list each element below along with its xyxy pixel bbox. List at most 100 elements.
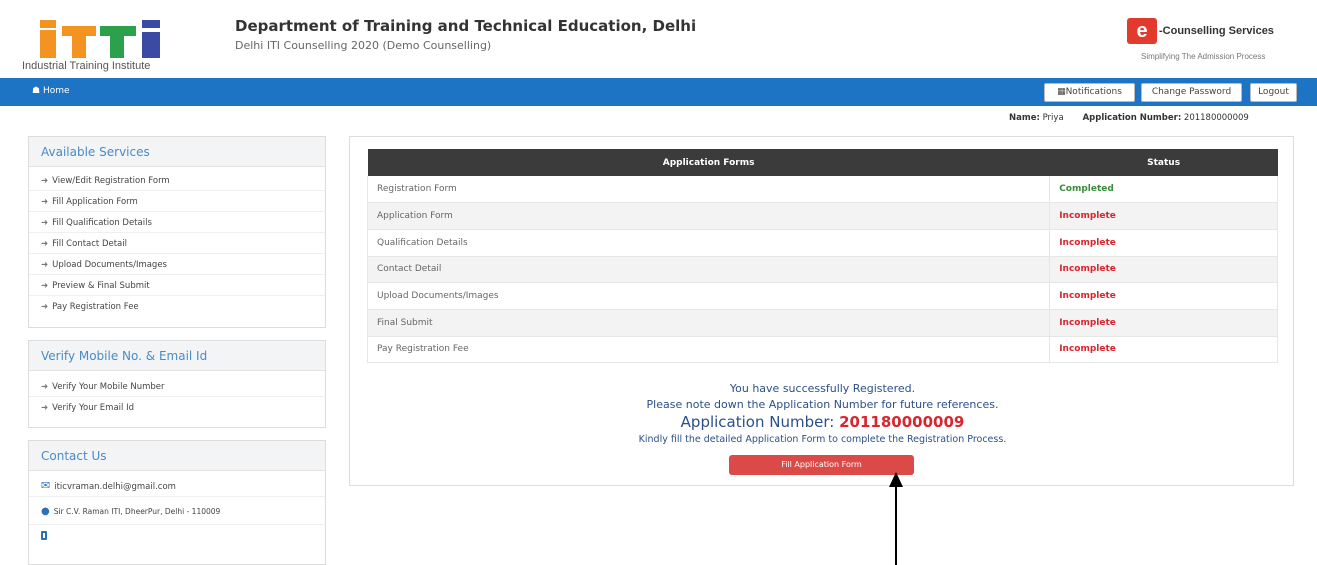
notifications-label: Notifications [1065,87,1122,97]
arrow-icon: ➜ [41,239,49,249]
table-row: Final Submit Incomplete [366,309,1278,337]
available-services-title: Available Services [29,137,325,167]
table-row: Contact Detail Incomplete [366,256,1278,284]
sidebar-item-label: Upload Documents/Images [52,260,167,270]
sidebar-item-fill-qualification[interactable]: ➜ Fill Qualification Details [29,212,325,233]
sidebar-item-label: Fill Application Form [52,197,138,207]
location-pin-icon: ● [41,506,50,517]
contact-email-row: ✉ iticvraman.delhi@gmail.com [29,471,325,497]
table-row: Upload Documents/Images Incomplete [366,282,1278,310]
status-cell: Incomplete [1049,202,1278,230]
user-appno: 201180000009 [1183,113,1249,123]
sidebar-item-label: Verify Your Mobile Number [52,382,165,392]
status-cell: Completed [1049,176,1278,204]
sidebar-item-upload-documents[interactable]: ➜ Upload Documents/Images [29,254,325,275]
brand-logo-icon: e [1127,18,1157,44]
verify-title: Verify Mobile No. & Email Id [29,341,325,371]
contact-phone-row [29,525,325,549]
sidebar-item-verify-mobile[interactable]: ➜ Verify Your Mobile Number [29,376,325,397]
user-name-label: Name: [1009,113,1040,123]
form-name-cell: Pay Registration Fee [366,336,1050,364]
note-message: Please note down the Application Number … [646,398,999,411]
status-cell: Incomplete [1049,282,1278,310]
form-name-cell: Registration Form [366,176,1050,204]
brand-tagline: Simplifying The Admission Process [1141,52,1266,61]
fill-application-form-button[interactable]: Fill Application Form [729,455,914,475]
table-header-row: Application Forms Status [367,149,1278,176]
pointer-arrow-head [889,472,903,487]
user-name: Priya [1042,113,1064,123]
mail-icon: ✉ [41,479,51,492]
notifications-button[interactable]: ▦Notifications [1044,83,1135,102]
available-services-panel: Available Services ➜ View/Edit Registrati… [28,136,326,328]
pointer-arrow-line [895,486,897,565]
table-row: Qualification Details Incomplete [366,229,1278,257]
contact-title: Contact Us [29,441,325,471]
sidebar-item-label: Verify Your Email Id [52,403,134,413]
verify-panel: Verify Mobile No. & Email Id ➜ Verify You… [28,340,326,428]
sidebar-item-label: Pay Registration Fee [52,302,139,312]
application-number-value: 201180000009 [839,413,965,431]
sidebar-item-label: Preview & Final Submit [52,281,150,291]
arrow-icon: ➜ [41,176,49,186]
arrow-icon: ➜ [41,302,49,312]
sidebar-item-preview-submit[interactable]: ➜ Preview & Final Submit [29,275,325,296]
arrow-icon: ➜ [41,197,49,207]
form-name-cell: Upload Documents/Images [366,282,1050,310]
contact-panel: Contact Us ✉ iticvraman.delhi@gmail.com ●… [28,440,326,565]
change-password-button[interactable]: Change Password [1141,83,1242,102]
status-cell: Incomplete [1049,256,1278,284]
form-name-cell: Qualification Details [366,229,1050,257]
nav-home-label: Home [42,86,70,96]
application-number-label: Application Number: [680,413,835,431]
page-subtitle: Delhi ITI Counselling 2020 (Demo Counsel… [235,39,492,52]
contact-address: Sir C.V. Raman ITI, DheerPur, Delhi - 11… [53,507,221,516]
nav-bar: ☗ Home ▦Notifications Change Password Lo… [0,78,1317,106]
page-title: Department of Training and Technical Edu… [235,17,697,35]
status-cell: Incomplete [1049,309,1278,337]
sidebar-item-label: Fill Qualification Details [52,218,152,228]
arrow-icon: ➜ [41,403,49,413]
user-info: Name: Priya Application Number: 20118000… [1009,113,1249,123]
sidebar-item-fill-contact[interactable]: ➜ Fill Contact Detail [29,233,325,254]
page-header: Industrial Training Institute Department… [0,0,1317,78]
arrow-icon: ➜ [41,382,49,392]
counselling-brand: e -Counselling Services Simplifying The … [1123,16,1308,64]
table-row: Pay Registration Fee Incomplete [366,336,1278,364]
table-row: Application Form Incomplete [366,202,1278,230]
logout-button[interactable]: Logout [1250,83,1297,102]
notifications-icon: ▦ [1057,87,1066,97]
status-cell: Incomplete [1049,229,1278,257]
sidebar-item-view-edit-registration[interactable]: ➜ View/Edit Registration Form [29,170,325,191]
application-forms-table: Application Forms Status Registration Fo… [366,149,1278,364]
arrow-icon: ➜ [41,260,49,270]
application-number-display: Application Number: 201180000009 [350,413,1295,431]
sidebar-item-fill-application[interactable]: ➜ Fill Application Form [29,191,325,212]
table-row: Registration Form Completed [366,176,1278,204]
iti-logo: Industrial Training Institute [22,20,182,75]
form-name-cell: Final Submit [366,309,1050,337]
user-appno-label: Application Number: [1082,113,1182,123]
form-name-cell: Application Form [366,202,1050,230]
brand-name: -Counselling Services [1159,25,1274,37]
sidebar-item-verify-email[interactable]: ➜ Verify Your Email Id [29,397,325,418]
main-content: Application Forms Status Registration Fo… [349,136,1294,486]
arrow-icon: ➜ [41,281,49,291]
sidebar-item-pay-fee[interactable]: ➜ Pay Registration Fee [29,296,325,317]
iti-logo-icon [40,20,160,58]
nav-home-link[interactable]: ☗ Home [32,86,70,96]
contact-address-row: ● Sir C.V. Raman ITI, DheerPur, Delhi - 1… [29,497,325,525]
logo-text: Industrial Training Institute [22,60,151,72]
sidebar-item-label: View/Edit Registration Form [52,176,170,186]
arrow-icon: ➜ [41,218,49,228]
form-name-cell: Contact Detail [366,256,1050,284]
home-icon: ☗ [32,86,41,96]
success-message: You have successfully Registered. [729,382,916,395]
instruction-message: Kindly fill the detailed Application For… [638,434,1007,445]
contact-email: iticvraman.delhi@gmail.com [54,482,176,492]
status-cell: Incomplete [1049,336,1278,364]
sidebar-item-label: Fill Contact Detail [52,239,127,249]
phone-icon [41,531,47,540]
column-header-status: Status [1049,149,1278,176]
column-header-forms: Application Forms [367,149,1050,176]
